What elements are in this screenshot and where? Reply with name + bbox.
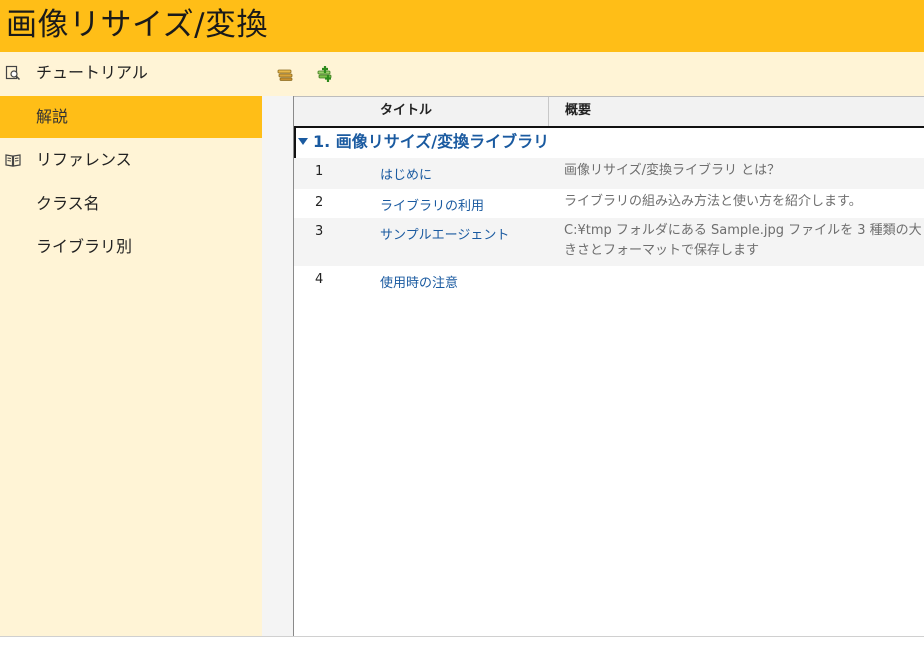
expand-all-icon[interactable] (316, 65, 334, 83)
sidebar-item-label: クラス名 (36, 194, 100, 213)
row-number: 2 (315, 195, 324, 210)
book-icon (5, 154, 21, 167)
table-header: タイトル 概要 (294, 96, 924, 127)
row-title-link[interactable]: 使用時の注意 (380, 272, 458, 291)
row-title-link[interactable]: はじめに (380, 164, 432, 183)
content-panel: タイトル 概要 1. 画像リサイズ/変換ライブラリ 1 はじめに 画像リサイズ/… (262, 96, 924, 636)
app-header: 画像リサイズ/変換 (0, 0, 924, 52)
row-summary: C:¥tmp フォルダにある Sample.jpg ファイルを 3 種類の大きさ… (564, 223, 922, 258)
sidebar-item-by-library[interactable]: ライブラリ別 (0, 226, 262, 268)
row-summary: ライブラリの組み込み方法と使い方を紹介します。 (564, 194, 862, 209)
sidebar-item-label: 解説 (36, 107, 69, 126)
sidebar-item-reference[interactable]: リファレンス (0, 139, 262, 181)
row-gutter (262, 96, 294, 636)
group-row[interactable]: 1. 画像リサイズ/変換ライブラリ (294, 126, 924, 160)
row-number: 3 (315, 224, 324, 239)
search-document-icon (5, 65, 21, 81)
table-row[interactable]: 1 はじめに 画像リサイズ/変換ライブラリ とは？ (294, 158, 924, 189)
collapse-all-icon[interactable] (276, 65, 294, 83)
sidebar-item-class-name[interactable]: クラス名 (0, 183, 262, 225)
column-header-summary[interactable]: 概要 (565, 97, 591, 126)
row-summary: 画像リサイズ/変換ライブラリ とは？ (564, 163, 781, 178)
sidebar-item-label: チュートリアル (36, 63, 148, 82)
sidebar-item-explanation[interactable]: 解説 (0, 96, 262, 138)
table-row[interactable]: 4 使用時の注意 (294, 266, 924, 295)
bottom-divider (0, 636, 924, 637)
table-row[interactable]: 3 サンプルエージェント C:¥tmp フォルダにある Sample.jpg フ… (294, 218, 924, 266)
sidebar: チュートリアル 解説 リファレンス クラス名 ライブラリ別 (0, 52, 262, 636)
column-header-title[interactable]: タイトル (380, 97, 432, 126)
toolbar (262, 52, 924, 96)
page-title: 画像リサイズ/変換 (6, 7, 269, 43)
row-title-link[interactable]: サンプルエージェント (380, 224, 509, 243)
table-row[interactable]: 2 ライブラリの利用 ライブラリの組み込み方法と使い方を紹介します。 (294, 189, 924, 218)
sidebar-item-label: リファレンス (36, 150, 132, 169)
row-title-link[interactable]: ライブラリの利用 (380, 195, 484, 214)
row-number: 1 (315, 164, 324, 179)
expand-arrow-icon[interactable] (298, 138, 308, 145)
sidebar-item-tutorial[interactable]: チュートリアル (0, 52, 262, 94)
group-title[interactable]: 1. 画像リサイズ/変換ライブラリ (313, 128, 549, 156)
sidebar-item-label: ライブラリ別 (36, 237, 133, 256)
row-number: 4 (315, 272, 324, 287)
column-divider[interactable] (548, 97, 549, 126)
